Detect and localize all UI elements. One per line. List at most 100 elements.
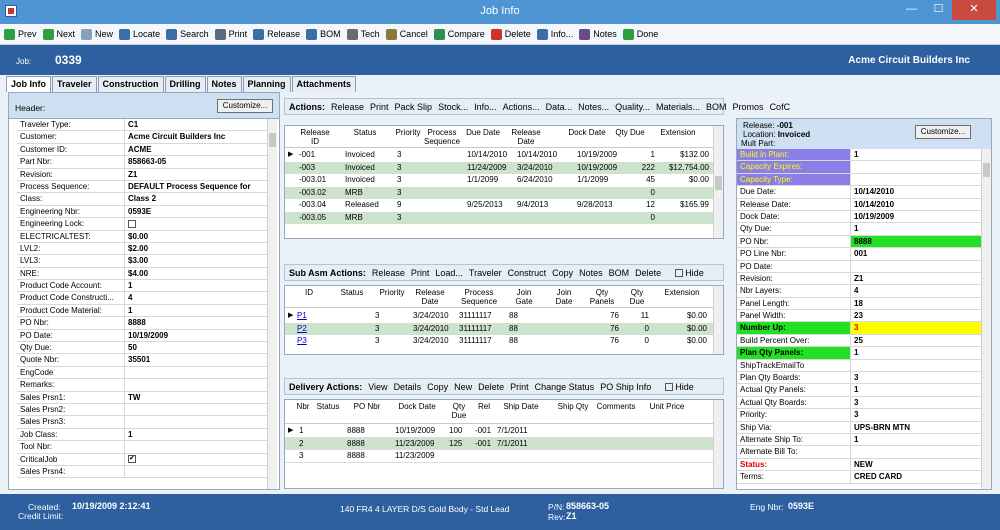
field-value[interactable]: [125, 379, 273, 390]
sub-asm-construct-button[interactable]: Construct: [508, 268, 547, 278]
field-value[interactable]: Z1: [851, 273, 981, 284]
toolbar-cancel-button[interactable]: Cancel: [385, 28, 428, 40]
actions-actions-button[interactable]: Actions...: [503, 102, 540, 112]
maximize-button[interactable]: ☐: [925, 0, 952, 20]
table-row[interactable]: ▶ -001 Invoiced 3 10/14/2010 10/14/2010 10/19/…: [285, 149, 713, 162]
field-value[interactable]: 8888: [851, 235, 981, 248]
delivery-delete-button[interactable]: Delete: [478, 382, 504, 392]
field-value[interactable]: NEW: [851, 459, 981, 470]
actions-cofc-button[interactable]: CofC: [770, 102, 791, 112]
tab-job-info[interactable]: Job Info: [6, 76, 51, 92]
column-header[interactable]: Qty Due: [615, 128, 645, 137]
actions-data-button[interactable]: Data...: [546, 102, 573, 112]
column-header[interactable]: Unit Price: [641, 402, 693, 411]
sub-asm-notes-button[interactable]: Notes: [579, 268, 603, 278]
cell-id[interactable]: P3: [297, 335, 317, 347]
actions-bom-button[interactable]: BOM: [706, 102, 727, 112]
field-value[interactable]: 1: [851, 149, 981, 160]
toolbar-print-button[interactable]: Print: [214, 28, 247, 40]
field-value[interactable]: TW: [125, 392, 273, 403]
field-value[interactable]: 10/19/2009: [851, 211, 981, 222]
field-value[interactable]: DEFAULT Process Sequence for: [125, 181, 273, 192]
close-button[interactable]: ✕: [952, 0, 996, 20]
table-row[interactable]: -003.01 Invoiced 3 1/1/2099 6/24/2010 1/1/209…: [285, 174, 713, 187]
actions-info-button[interactable]: Info...: [474, 102, 497, 112]
checkbox[interactable]: [128, 220, 136, 229]
actions-stock-button[interactable]: Stock...: [438, 102, 468, 112]
toolbar-compare-button[interactable]: Compare: [433, 28, 485, 40]
column-header[interactable]: Qty Due: [445, 402, 473, 420]
table-row[interactable]: -003.02 MRB 3 0: [285, 186, 713, 199]
field-value[interactable]: [851, 174, 981, 185]
field-value[interactable]: [851, 360, 981, 371]
column-header[interactable]: Rel: [475, 402, 493, 411]
cell-id[interactable]: P2: [297, 323, 317, 335]
table-row[interactable]: ▶ P1 3 3/24/2010 31111117 88 76 11 $0.00: [285, 310, 713, 323]
field-value[interactable]: $2.00: [125, 243, 273, 254]
delivery-details-button[interactable]: Details: [394, 382, 422, 392]
column-header[interactable]: Extension: [655, 128, 701, 137]
field-value[interactable]: 10/14/2010: [851, 199, 981, 210]
delivery-view-button[interactable]: View: [368, 382, 387, 392]
sub-asm-traveler-button[interactable]: Traveler: [469, 268, 502, 278]
cell-id[interactable]: P1: [297, 310, 317, 322]
column-header[interactable]: Status: [335, 288, 369, 297]
field-value[interactable]: ACME: [125, 144, 273, 155]
field-value[interactable]: Class 2: [125, 193, 273, 204]
field-value[interactable]: 4: [125, 292, 273, 303]
sub-asm-bom-button[interactable]: BOM: [609, 268, 630, 278]
tab-notes[interactable]: Notes: [206, 76, 242, 92]
delivery-po-ship-info-button[interactable]: PO Ship Info: [600, 382, 651, 392]
field-value[interactable]: ✔: [125, 454, 273, 465]
toolbar-notes-button[interactable]: Notes: [579, 28, 617, 40]
toolbar-search-button[interactable]: Search: [166, 28, 209, 40]
field-value[interactable]: UPS-BRN MTN: [851, 422, 981, 433]
actions-release-button[interactable]: Release: [331, 102, 364, 112]
toolbar-tech-button[interactable]: Tech: [346, 28, 380, 40]
table-row[interactable]: -003.04 Released 9 9/25/2013 9/4/2013 9/28/20…: [285, 199, 713, 212]
field-value[interactable]: Z1: [125, 169, 273, 180]
field-value[interactable]: 858663-05: [125, 156, 273, 167]
delivery-scrollbar[interactable]: [713, 400, 723, 488]
toolbar-bom-button[interactable]: BOM: [306, 28, 341, 40]
tab-traveler[interactable]: Traveler: [52, 76, 97, 92]
field-value[interactable]: 18: [851, 298, 981, 309]
toolbar-info-button[interactable]: Info...: [536, 28, 573, 40]
column-header[interactable]: Status: [315, 402, 341, 411]
column-header[interactable]: Extension: [659, 288, 705, 297]
toolbar-new-button[interactable]: New: [81, 28, 113, 40]
column-header[interactable]: Qty Panels: [587, 288, 617, 306]
column-header[interactable]: Process Sequence: [459, 288, 499, 306]
field-value[interactable]: [125, 441, 273, 452]
table-row[interactable]: 3 8888 11/23/2009: [285, 450, 713, 463]
delivery-hide-toggle[interactable]: Hide: [665, 382, 700, 392]
field-value[interactable]: [125, 416, 273, 427]
field-value[interactable]: [125, 367, 273, 378]
field-value[interactable]: $4.00: [125, 268, 273, 279]
field-value[interactable]: CRED CARD: [851, 471, 981, 482]
column-header[interactable]: Ship Qty: [553, 402, 593, 411]
column-header[interactable]: ID: [299, 288, 319, 297]
field-value[interactable]: 001: [851, 248, 981, 259]
field-value[interactable]: 1: [125, 280, 273, 291]
field-value[interactable]: 3: [851, 397, 981, 408]
toolbar-delete-button[interactable]: Delete: [490, 28, 531, 40]
table-row[interactable]: -003 Invoiced 3 11/24/2009 3/24/2010 10/19/20…: [285, 161, 713, 174]
field-value[interactable]: 4: [851, 285, 981, 296]
column-header[interactable]: Join Date: [549, 288, 579, 306]
sub-asm-load-button[interactable]: Load...: [435, 268, 463, 278]
field-value[interactable]: C1: [125, 119, 273, 130]
column-header[interactable]: Ship Date: [497, 402, 545, 411]
table-row[interactable]: P3 3 3/24/2010 31111117 88 76 0 $0.00: [285, 335, 713, 348]
actions-quality-button[interactable]: Quality...: [615, 102, 650, 112]
field-value[interactable]: Acme Circuit Builders Inc: [125, 131, 273, 142]
sub-asm-scrollbar[interactable]: [713, 286, 723, 354]
tab-planning[interactable]: Planning: [242, 76, 291, 92]
toolbar-done-button[interactable]: Done: [622, 28, 658, 40]
table-row[interactable]: P2 3 3/24/2010 31111117 88 76 0 $0.00: [285, 322, 713, 335]
field-value[interactable]: 8888: [125, 317, 273, 328]
actions-print-button[interactable]: Print: [370, 102, 389, 112]
sub-asm-hide-toggle[interactable]: Hide: [675, 268, 710, 278]
field-value[interactable]: 1: [851, 223, 981, 234]
field-value[interactable]: 10/19/2009: [125, 330, 273, 341]
